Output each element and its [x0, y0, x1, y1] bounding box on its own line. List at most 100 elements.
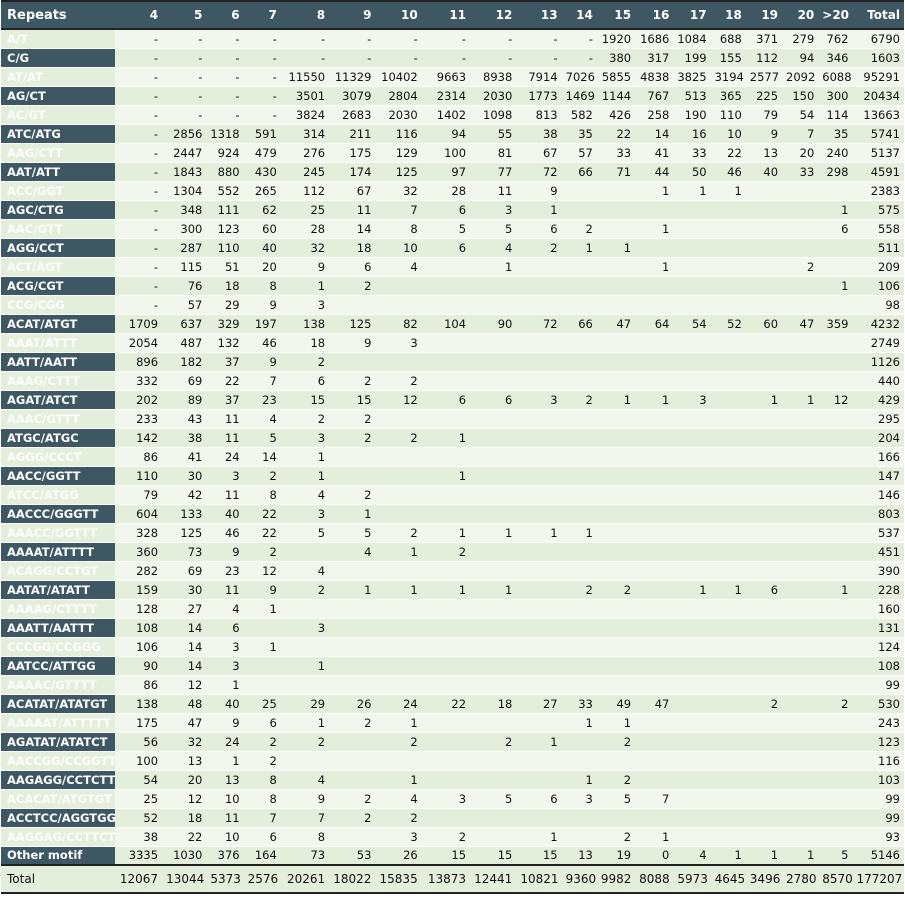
count-cell: 1: [673, 580, 711, 600]
count-cell: -: [114, 238, 163, 258]
count-cell: [818, 371, 853, 391]
count-cell: [421, 295, 471, 315]
count-cell: [635, 200, 674, 220]
count-cell: 10: [206, 827, 244, 847]
count-cell: 42: [162, 485, 207, 505]
column-header: 11: [421, 0, 471, 30]
count-cell: [818, 295, 853, 315]
count-cell: 125: [375, 162, 422, 182]
count-cell: [782, 219, 819, 239]
count-cell: [782, 295, 819, 315]
count-cell: 1: [635, 827, 674, 847]
row-total-cell: 166: [852, 447, 904, 467]
header-row: Repeats 4 5 6 7 8 9 10 11 12 13 14 15 16 17 18 19 20 >20 To…: [1, 0, 904, 30]
count-cell: 3: [673, 390, 711, 410]
count-cell: 5: [470, 789, 517, 809]
count-cell: [818, 675, 853, 695]
column-header: 6: [206, 0, 244, 30]
count-cell: 6: [243, 713, 281, 733]
count-cell: [710, 808, 746, 828]
count-cell: [745, 770, 783, 790]
table-row: AACC/GGTT 110 30 3 2 1 1 147: [1, 466, 904, 486]
count-cell: 14: [635, 124, 674, 144]
count-cell: 2: [329, 409, 376, 429]
count-cell: 20: [243, 257, 281, 277]
count-cell: [745, 637, 783, 657]
table-row: AAATT/AATTT 108 14 6 3 131: [1, 618, 904, 638]
count-cell: 25: [114, 789, 163, 809]
count-cell: [818, 751, 853, 771]
count-cell: [673, 542, 711, 562]
count-cell: 175: [114, 713, 163, 733]
count-cell: 1030: [162, 846, 207, 866]
count-cell: 1: [710, 846, 746, 866]
count-cell: [470, 808, 517, 828]
count-cell: [673, 257, 711, 277]
count-cell: [710, 409, 746, 429]
count-cell: 287: [162, 238, 207, 258]
count-cell: -: [421, 48, 471, 68]
table-row: AGC/CTG -348 111 62 25 11 7 6 3 1 1 575: [1, 200, 904, 220]
count-cell: 28: [280, 219, 330, 239]
column-header-repeats: Repeats: [1, 0, 115, 30]
count-cell: 22: [710, 143, 746, 163]
count-cell: [329, 561, 376, 581]
count-cell: 9: [243, 580, 281, 600]
count-cell: 129: [375, 143, 422, 163]
count-cell: 13: [206, 770, 244, 790]
count-cell: 0: [635, 846, 674, 866]
count-cell: 2: [375, 808, 422, 828]
count-cell: 41: [635, 143, 674, 163]
count-cell: [421, 656, 471, 676]
count-cell: 12: [818, 390, 853, 410]
count-cell: -: [375, 48, 422, 68]
count-cell: [673, 561, 711, 581]
count-cell: 67: [329, 181, 376, 201]
count-cell: [516, 333, 562, 353]
motif-label: AAAC/GTTT: [1, 409, 115, 429]
count-cell: [596, 276, 636, 296]
motif-label: ACG/CGT: [1, 276, 115, 296]
count-cell: [470, 599, 517, 619]
count-cell: [561, 466, 597, 486]
count-cell: [421, 352, 471, 372]
count-cell: [280, 542, 330, 562]
count-cell: 22: [162, 827, 207, 847]
count-cell: 7: [243, 371, 281, 391]
count-cell: [329, 656, 376, 676]
count-cell: 3501: [280, 86, 330, 106]
count-cell: [745, 542, 783, 562]
row-total-cell: 103: [852, 770, 904, 790]
motif-label: ACACAT/ATGTGT: [1, 789, 115, 809]
count-cell: [561, 447, 597, 467]
table-row: AC/GT - - - -3824 2683 2030 1402 1098 813 582 426 25…: [1, 105, 904, 125]
row-total-cell: 575: [852, 200, 904, 220]
count-cell: 13: [162, 751, 207, 771]
count-cell: [745, 656, 783, 676]
column-total-cell: 12067: [114, 864, 163, 894]
count-cell: 54: [114, 770, 163, 790]
count-cell: 27: [162, 599, 207, 619]
column-header: 20: [782, 0, 819, 30]
count-cell: 5: [596, 789, 636, 809]
count-cell: 2: [596, 827, 636, 847]
count-cell: [710, 751, 746, 771]
count-cell: 108: [114, 618, 163, 638]
count-cell: [673, 276, 711, 296]
count-cell: [516, 447, 562, 467]
count-cell: 115: [162, 257, 207, 277]
count-cell: 29: [280, 694, 330, 714]
count-cell: 896: [114, 352, 163, 372]
count-cell: 43: [162, 409, 207, 429]
count-cell: -: [114, 181, 163, 201]
count-cell: 60: [745, 314, 783, 334]
count-cell: [375, 675, 422, 695]
count-cell: 138: [114, 694, 163, 714]
motif-label: AGAT/ATCT: [1, 390, 115, 410]
count-cell: 18: [280, 333, 330, 353]
count-cell: 73: [280, 846, 330, 866]
count-cell: 2: [280, 580, 330, 600]
count-cell: [635, 295, 674, 315]
count-cell: 15: [516, 846, 562, 866]
table-row: AATCC/ATTGG 90 14 3 1 108: [1, 656, 904, 676]
